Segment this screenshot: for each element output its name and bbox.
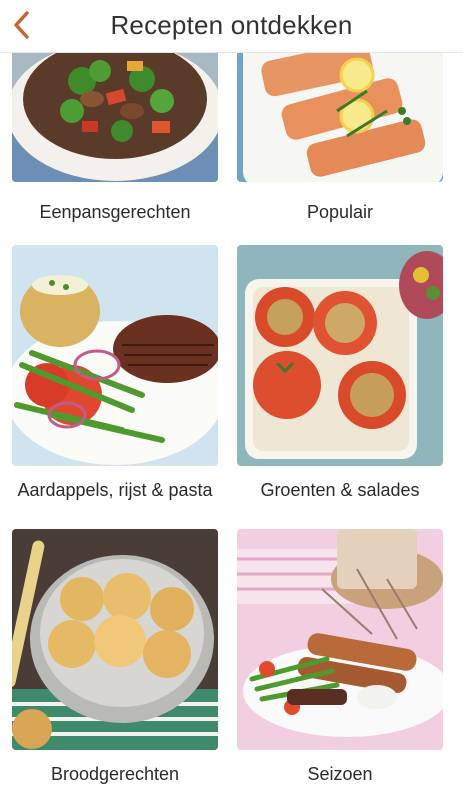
page-title: Recepten ontdekken [110, 10, 353, 40]
category-card-seizoen[interactable]: Seizoen [237, 529, 443, 789]
app-screen: Recepten ontdekken Eenpansgerechten Popu… [0, 0, 463, 800]
top-bar: Recepten ontdekken [0, 0, 463, 53]
category-label: Groenten & salades [260, 480, 420, 500]
category-image-broodgerechten [12, 529, 218, 750]
category-label: Broodgerechten [50, 764, 180, 784]
category-label: Eenpansgerechten [39, 202, 191, 222]
category-grid: Eenpansgerechten Populair Aardappels, ri… [0, 0, 463, 800]
category-label: Populair [306, 202, 374, 222]
category-label: Aardappels, rijst & pasta [17, 480, 213, 500]
category-label: Seizoen [307, 764, 373, 784]
category-card-groenten-salades[interactable]: Groenten & salades [237, 245, 443, 505]
category-card-broodgerechten[interactable]: Broodgerechten [12, 529, 218, 789]
category-image-groenten-salades [237, 245, 443, 466]
category-image-aardappels-rijst-pasta [12, 245, 218, 466]
category-card-aardappels-rijst-pasta[interactable]: Aardappels, rijst & pasta [12, 245, 218, 505]
category-image-seizoen [237, 529, 443, 750]
